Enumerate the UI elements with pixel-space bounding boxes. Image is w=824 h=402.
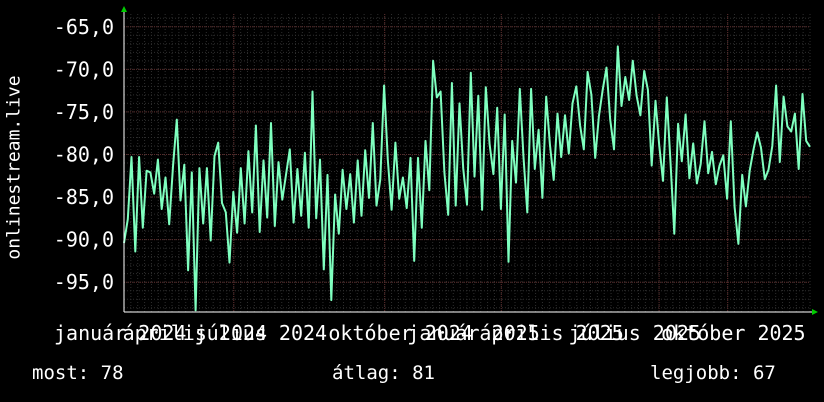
line-chart: -65,0 -70,0 -75,0 -80,0 -85,0 -90,0 -95,0 janu… [54,6,818,345]
y-tick-label: -85,0 [54,185,114,209]
y-axis-label: onlinestream.live [2,60,26,275]
x-tick-label: július 2024 [195,321,327,345]
y-tick-label: -65,0 [54,15,114,39]
y-axis-arrow-icon [121,6,127,12]
y-axis-label-text: onlinestream.live [3,75,25,260]
y-tick-label: -90,0 [54,228,114,252]
y-tick-label: -95,0 [54,270,114,294]
x-axis-arrow-icon [812,309,818,315]
stat-average: átlag: 81 [332,362,435,384]
stat-most: most: 78 [32,362,124,384]
y-tick-labels: -65,0 -70,0 -75,0 -80,0 -85,0 -90,0 -95,0 [54,15,114,294]
y-tick-label: -80,0 [54,142,114,166]
y-tick-label: -75,0 [54,100,114,124]
x-tick-labels: január 2024április 2024július 2024 októbe… [54,321,806,345]
y-tick-label: -70,0 [54,57,114,81]
x-tick-label: október 2025 [661,321,806,345]
stat-best: legjobb: 67 [650,362,776,384]
